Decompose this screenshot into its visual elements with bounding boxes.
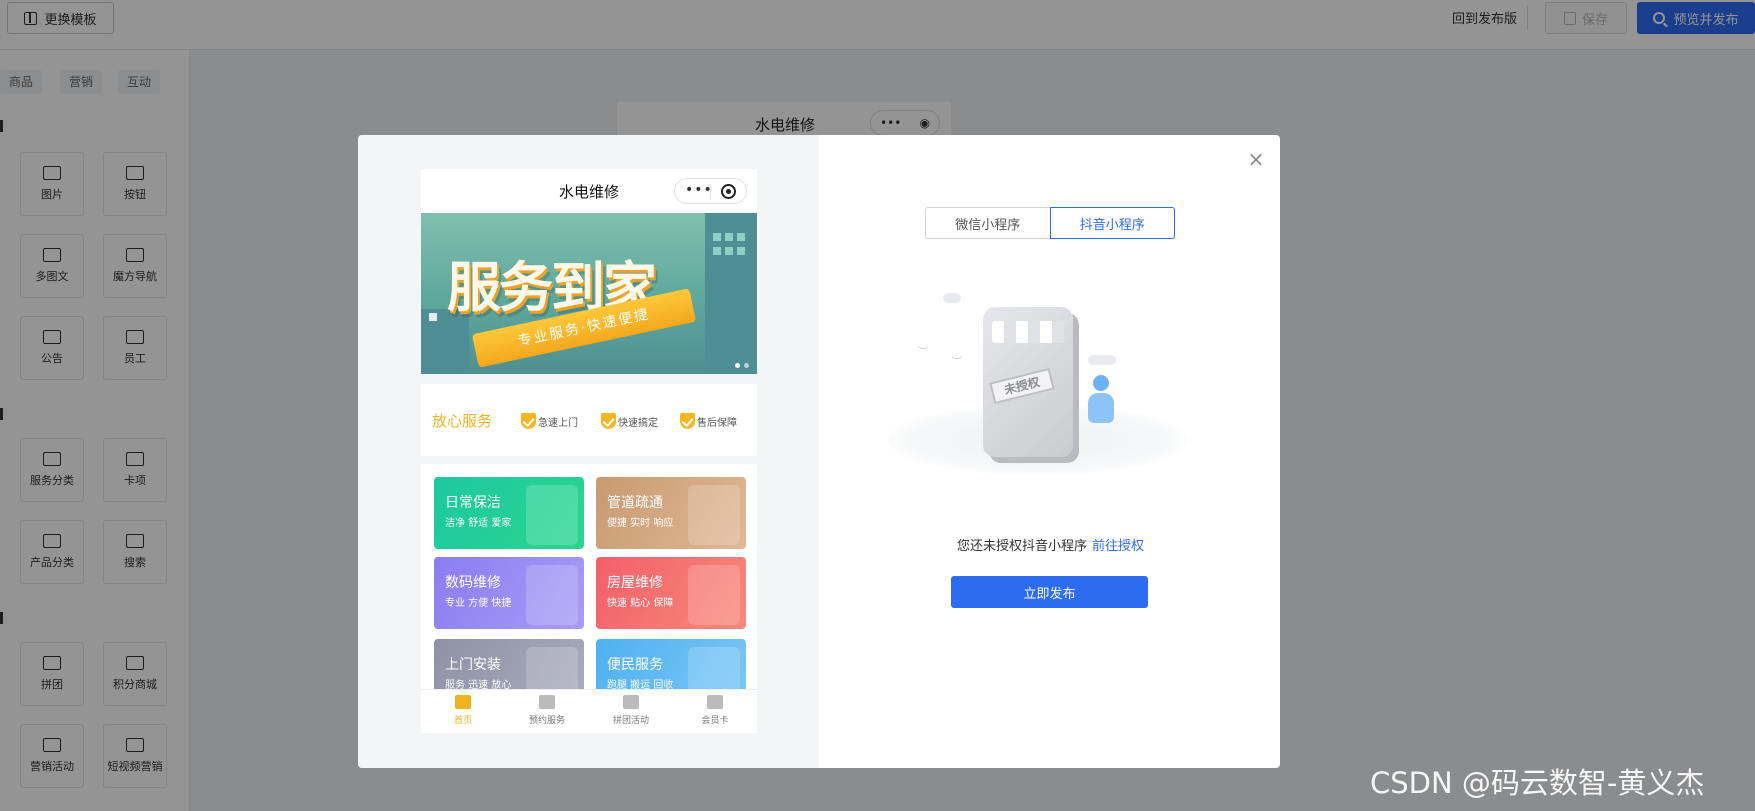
service-card-title: 便民服务 (607, 657, 663, 673)
window-graphic (713, 233, 721, 241)
trust-item-label: 急速上门 (538, 417, 578, 429)
cloud-graphic (1088, 355, 1116, 365)
trust-bar: 放心服务 急速上门 快速搞定 售后保障 (421, 384, 757, 456)
trust-item-label: 售后保障 (697, 417, 737, 429)
tab-label: 会员卡 (701, 716, 729, 726)
platform-segment: 微信小程序 抖音小程序 (925, 207, 1175, 239)
shield-check-icon (680, 413, 695, 429)
service-card-subtitle: 便捷 实时 响应 (607, 518, 674, 529)
calendar-icon (539, 695, 555, 709)
phone-device-icon (526, 565, 578, 625)
tab-label: 预约服务 (528, 716, 565, 726)
trust-item-label: 快速搞定 (618, 417, 658, 429)
service-card-subtitle: 洁净 舒适 爱家 (445, 518, 512, 529)
spacer (421, 374, 757, 384)
target-icon (721, 184, 736, 199)
window-graphic (725, 233, 733, 241)
shield-check-icon (521, 413, 536, 429)
publish-now-button[interactable]: 立即发布 (951, 576, 1148, 608)
publish-dialog: 水电维修 ••• 服务到家 专业服务·快速便捷 放心服务 急速上门 快速搞定 售… (358, 135, 1280, 768)
person-head (1093, 375, 1109, 391)
home-icon (455, 695, 471, 709)
hero-banner: 服务到家 专业服务·快速便捷 (421, 213, 757, 374)
tab-member-card[interactable]: 会员卡 (673, 694, 757, 726)
trust-item: 快速搞定 (601, 413, 658, 429)
tab-douyin-miniprogram[interactable]: 抖音小程序 (1049, 207, 1175, 239)
window-graphic (737, 247, 745, 255)
tab-group-buy[interactable]: 拼团活动 (589, 694, 673, 726)
capsule-divider (710, 184, 711, 199)
service-card-subtitle: 快速 贴心 保障 (607, 598, 674, 609)
service-card[interactable]: 管道疏通 便捷 实时 响应 (596, 477, 746, 549)
auth-status-text: 您还未授权抖音小程序 (957, 539, 1088, 554)
carousel-dots (735, 363, 749, 368)
tab-home[interactable]: 首页 (421, 694, 505, 726)
service-card-subtitle: 专业 方便 快捷 (445, 598, 512, 609)
pipe-icon (688, 485, 740, 545)
group-icon (623, 695, 639, 709)
service-card-title: 数码维修 (445, 575, 501, 591)
phone-navbar: 水电维修 ••• (421, 169, 757, 213)
service-card-title: 管道疏通 (607, 495, 663, 511)
bird-graphic: ︶ (918, 347, 928, 358)
service-card-title: 日常保洁 (445, 495, 501, 511)
phone-tabbar: 首页 预约服务 拼团活动 会员卡 (421, 689, 757, 733)
unauthorized-illustration: ︶ ︶ 未授权 (888, 285, 1188, 495)
service-card[interactable]: 日常保洁 洁净 舒适 爱家 (434, 477, 584, 549)
dot (735, 363, 740, 368)
preview-pane: 水电维修 ••• 服务到家 专业服务·快速便捷 放心服务 急速上门 快速搞定 售… (358, 135, 819, 768)
capsule-menu: ••• (674, 178, 747, 204)
person-graphic (1088, 375, 1114, 423)
trust-item: 售后保障 (680, 413, 737, 429)
window-graphic (737, 233, 745, 241)
phone-preview: 水电维修 ••• 服务到家 专业服务·快速便捷 放心服务 急速上门 快速搞定 售… (421, 169, 757, 733)
shield-check-icon (601, 413, 616, 429)
tab-label: 首页 (453, 716, 472, 726)
trust-item: 急速上门 (521, 413, 578, 429)
window-graphic (429, 313, 437, 321)
trust-title: 放心服务 (432, 412, 493, 430)
person-body (1088, 393, 1114, 423)
service-card-title: 上门安装 (445, 657, 501, 673)
service-card-title: 房屋维修 (607, 575, 663, 591)
dot (744, 363, 749, 368)
cloud-graphic (943, 293, 961, 303)
more-icon: ••• (685, 182, 713, 198)
tab-booking[interactable]: 预约服务 (505, 694, 589, 726)
cleaning-bottle-icon (526, 485, 578, 545)
go-authorize-link[interactable]: 前往授权 (1092, 535, 1144, 554)
card-icon (707, 695, 723, 709)
shop-awning-graphic (992, 321, 1064, 343)
toolbox-icon (688, 565, 740, 625)
tab-wechat-miniprogram[interactable]: 微信小程序 (925, 207, 1050, 239)
service-card[interactable]: 数码维修 专业 方便 快捷 (434, 557, 584, 629)
bird-graphic: ︶ (952, 357, 962, 368)
close-icon[interactable]: × (1244, 147, 1268, 171)
service-card[interactable]: 房屋维修 快速 贴心 保障 (596, 557, 746, 629)
window-graphic (725, 247, 733, 255)
watermark: CSDN @码云数智-黄义杰 (1370, 766, 1705, 800)
tab-label: 拼团活动 (612, 716, 649, 726)
window-graphic (713, 247, 721, 255)
spacer (421, 456, 757, 464)
